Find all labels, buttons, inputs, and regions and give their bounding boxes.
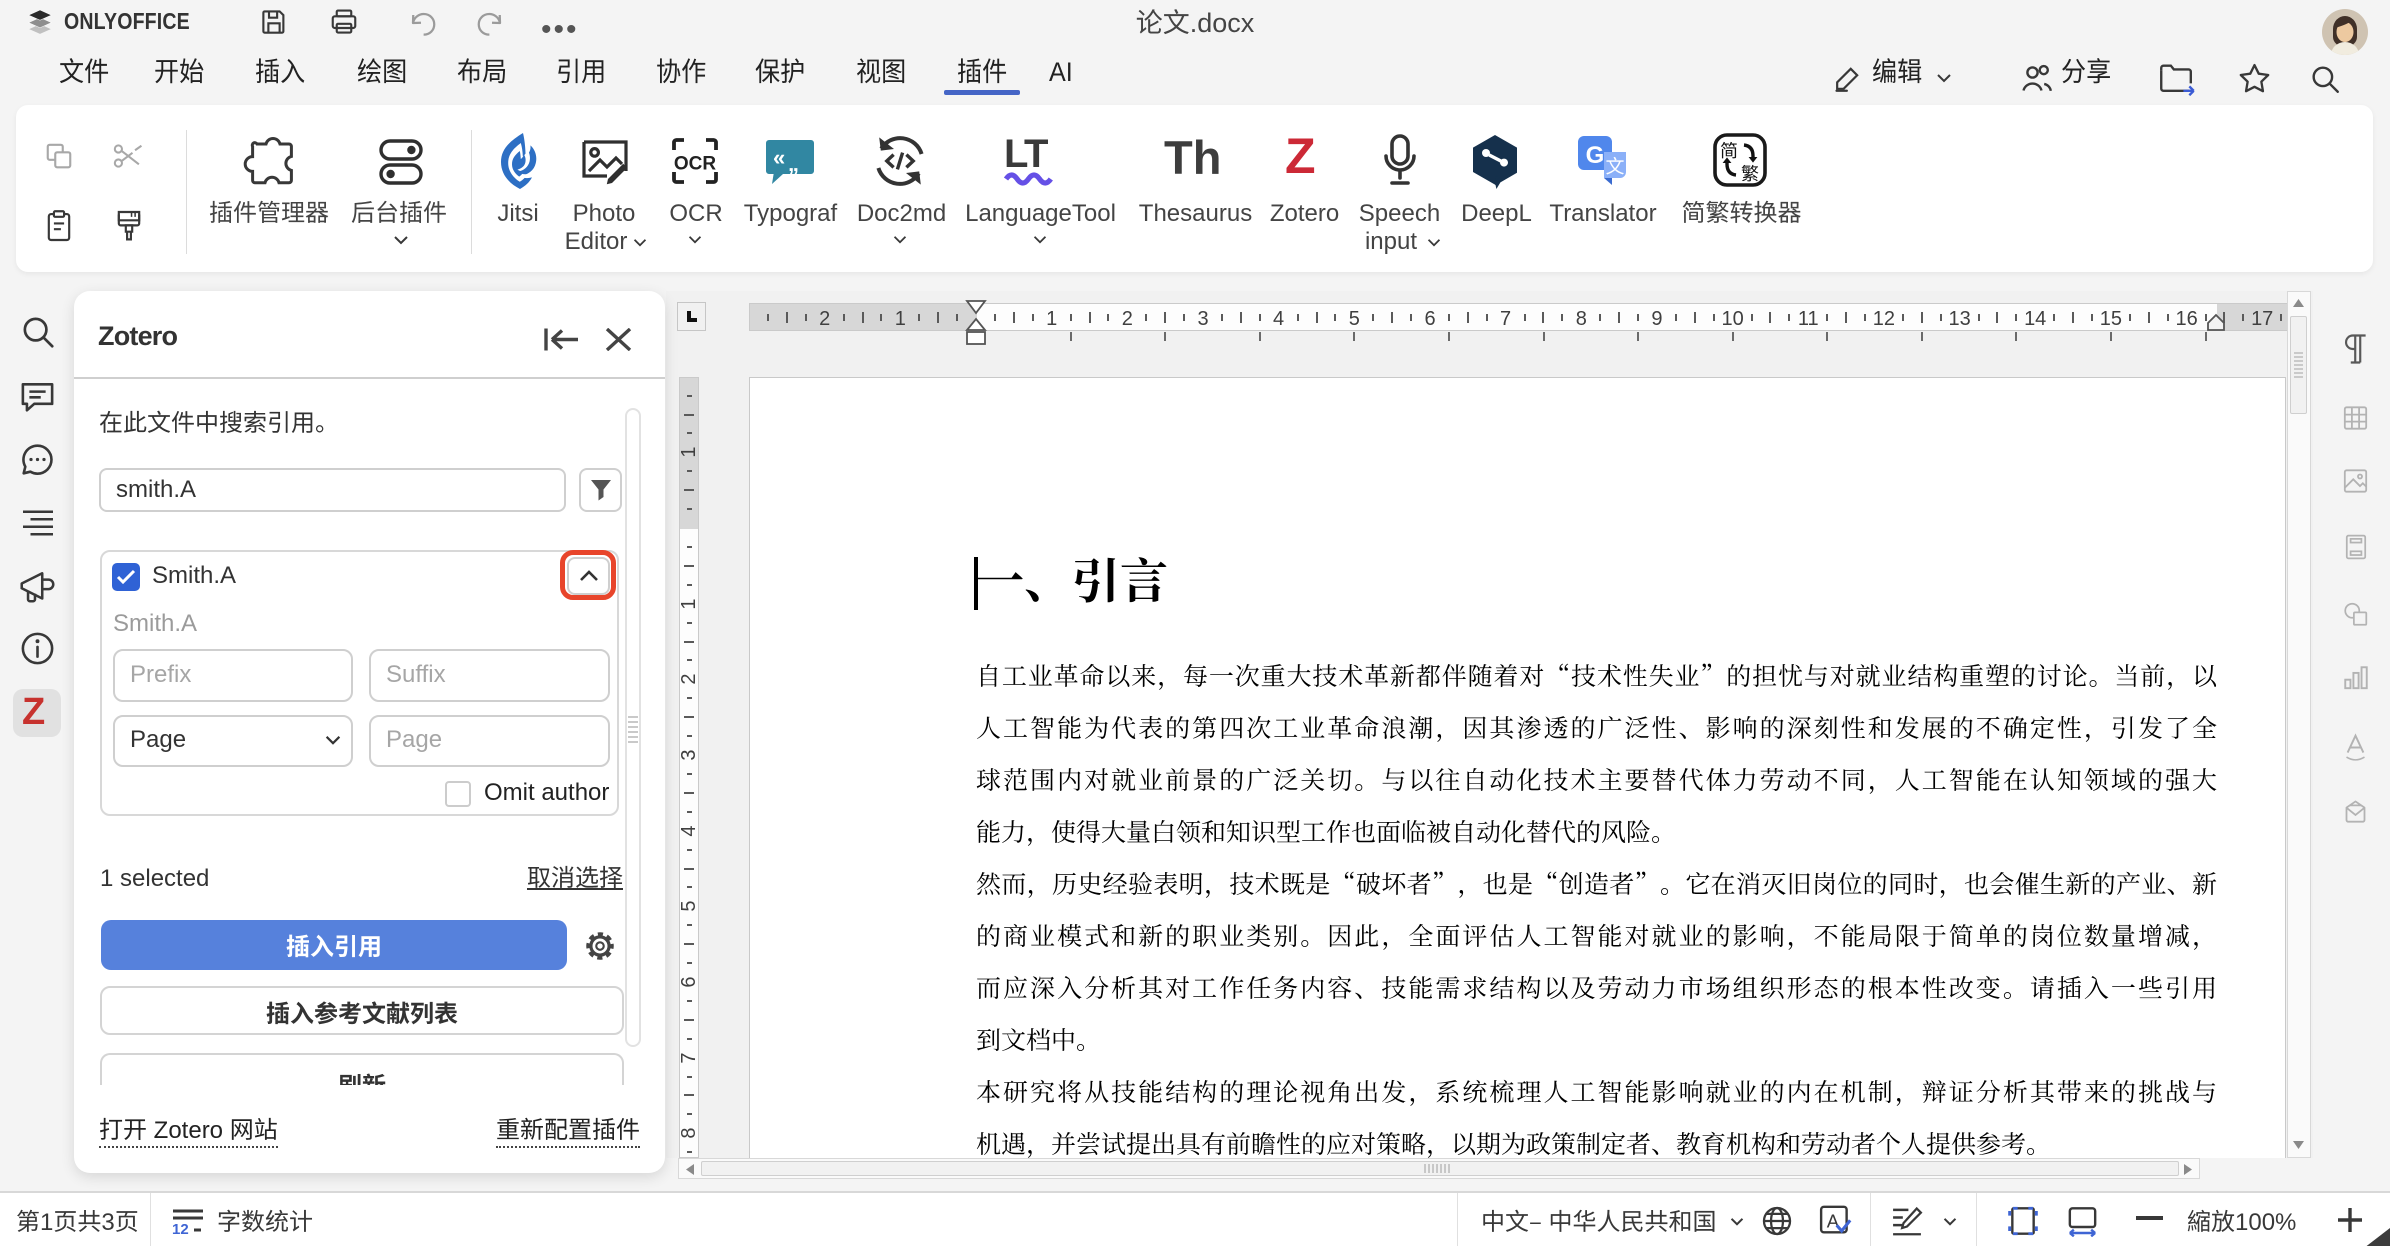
svg-text:12: 12 — [172, 1218, 189, 1235]
svg-text:文: 文 — [1605, 152, 1624, 179]
svg-text:繁: 繁 — [1741, 160, 1759, 186]
svg-text:G: G — [1586, 135, 1605, 170]
svg-text:A: A — [1827, 1207, 1840, 1233]
svg-text:„: „ — [788, 146, 799, 178]
svg-text:«: « — [773, 140, 785, 172]
svg-text:T: T — [1024, 133, 1048, 179]
svg-text:简: 简 — [1720, 137, 1738, 163]
svg-text:OCR: OCR — [674, 149, 717, 176]
